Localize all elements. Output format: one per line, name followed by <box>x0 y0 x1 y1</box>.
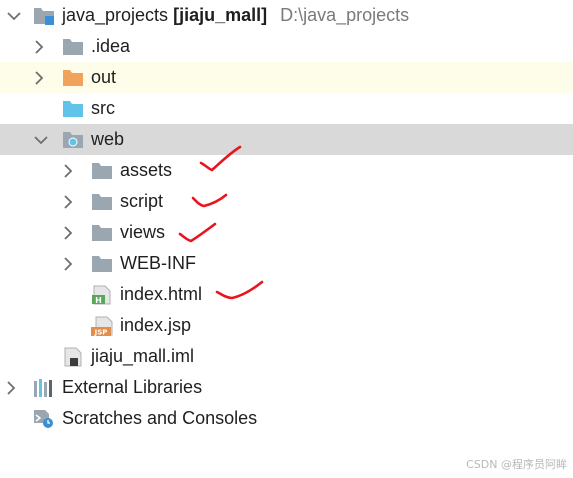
scratches-icon <box>33 409 55 429</box>
src-label: src <box>91 98 115 118</box>
chevron-right-icon[interactable] <box>31 62 47 93</box>
chevron-right-icon[interactable] <box>60 248 76 279</box>
root-path: D:\java_projects <box>280 5 410 25</box>
external-libraries-label: External Libraries <box>62 377 203 397</box>
web-label: web <box>91 129 125 149</box>
excluded-folder-icon <box>62 68 84 88</box>
assets-label: assets <box>120 160 173 180</box>
tree-item-scratches[interactable]: Scratches and Consoles <box>0 403 573 434</box>
tree-item-web[interactable]: web <box>0 124 573 155</box>
index-html-label: index.html <box>120 284 203 304</box>
folder-icon <box>91 254 113 274</box>
chevron-right-icon[interactable] <box>60 217 76 248</box>
check-mark-annotation <box>199 145 242 172</box>
out-label: out <box>91 67 117 87</box>
tree-item-index-jsp[interactable]: JSP index.jsp <box>0 310 573 341</box>
tree-item-root[interactable]: java_projects [jiaju_mall] D:\java_proje… <box>0 0 573 31</box>
chevron-down-icon[interactable] <box>33 124 49 155</box>
views-label: views <box>120 222 166 242</box>
folder-icon <box>91 223 113 243</box>
iml-label: jiaju_mall.iml <box>91 346 195 366</box>
check-mark-annotation <box>178 222 217 243</box>
tree-item-views[interactable]: views <box>0 217 573 248</box>
html-file-icon: H <box>91 285 113 305</box>
tree-item-iml[interactable]: jiaju_mall.iml <box>0 341 573 372</box>
folder-icon <box>91 161 113 181</box>
root-module: [jiaju_mall] <box>173 5 268 25</box>
folder-icon <box>91 192 113 212</box>
libraries-icon <box>33 378 55 398</box>
folder-icon <box>62 37 84 57</box>
tree-item-assets[interactable]: assets <box>0 155 573 186</box>
check-mark-annotation <box>215 280 264 300</box>
tree-item-idea[interactable]: .idea <box>0 31 573 62</box>
index-jsp-label: index.jsp <box>120 315 192 335</box>
tree-item-index-html[interactable]: H index.html <box>0 279 573 310</box>
watermark: CSDN @程序员阿眸 <box>466 458 567 471</box>
chevron-right-icon[interactable] <box>60 155 76 186</box>
tree-item-out[interactable]: out <box>0 62 573 93</box>
jsp-file-icon: JSP <box>91 316 113 337</box>
chevron-down-icon[interactable] <box>6 0 22 31</box>
svg-text:H: H <box>95 296 102 305</box>
tree-item-webinf[interactable]: WEB-INF <box>0 248 573 279</box>
module-folder-icon <box>33 6 55 26</box>
script-label: script <box>120 191 164 211</box>
project-tree: java_projects [jiaju_mall] D:\java_proje… <box>0 0 573 434</box>
tree-item-script[interactable]: script <box>0 186 573 217</box>
source-folder-icon <box>62 99 84 119</box>
root-label: java_projects [jiaju_mall] D:\java_proje… <box>62 0 409 31</box>
chevron-right-icon[interactable] <box>31 31 47 62</box>
root-name: java_projects <box>62 5 169 25</box>
svg-text:JSP: JSP <box>94 329 108 337</box>
scratches-label: Scratches and Consoles <box>62 408 258 428</box>
chevron-right-icon[interactable] <box>60 186 76 217</box>
tree-item-src[interactable]: src <box>0 93 573 124</box>
web-folder-icon <box>62 130 84 150</box>
check-mark-annotation <box>191 193 228 208</box>
module-file-icon <box>62 347 84 367</box>
chevron-right-icon[interactable] <box>3 372 19 403</box>
tree-item-external-libraries[interactable]: External Libraries <box>0 372 573 403</box>
idea-label: .idea <box>91 36 131 56</box>
webinf-label: WEB-INF <box>120 253 196 273</box>
